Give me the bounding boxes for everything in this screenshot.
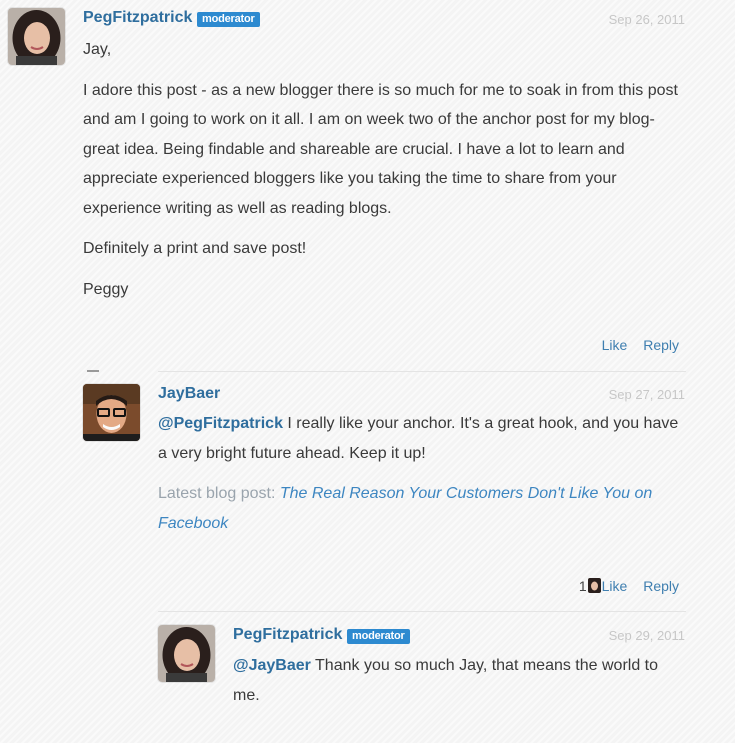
avatar[interactable] [158, 625, 215, 682]
moderator-badge: moderator [347, 629, 410, 644]
mention-link[interactable]: @JayBaer [233, 657, 311, 674]
comment-reply: PegFitzpatrick moderator Sep 29, 2011 @J… [0, 0, 735, 743]
comment-date[interactable]: Sep 29, 2011 [609, 628, 685, 643]
comment-paragraph: @JayBaer Thank you so much Jay, that mea… [233, 651, 688, 710]
comment-author-link[interactable]: PegFitzpatrick [233, 626, 342, 644]
comment-body: @JayBaer Thank you so much Jay, that mea… [233, 651, 688, 721]
